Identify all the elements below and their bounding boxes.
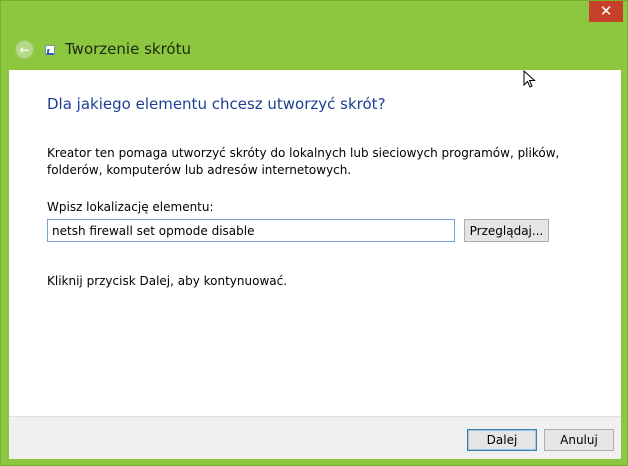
close-button[interactable]: ✕ (589, 1, 623, 22)
wizard-content: Dla jakiego elementu chcesz utworzyć skr… (9, 70, 621, 416)
wizard-header: ← Tworzenie skrótu (9, 31, 621, 69)
back-arrow-icon: ← (19, 42, 30, 57)
location-label: Wpisz lokalizację elementu: (47, 200, 214, 214)
wizard-window: ✕ ← Tworzenie skrótu Dla jakiego element… (0, 0, 628, 466)
mouse-cursor-icon (523, 70, 536, 88)
shortcut-icon (45, 45, 55, 55)
page-heading: Dla jakiego elementu chcesz utworzyć skr… (47, 95, 386, 113)
wizard-title: Tworzenie skrótu (65, 40, 191, 58)
continue-hint: Kliknij przycisk Dalej, aby kontynuować. (47, 274, 288, 288)
back-button[interactable]: ← (15, 40, 34, 59)
close-icon: ✕ (599, 2, 613, 20)
location-input[interactable] (47, 219, 455, 242)
cancel-button[interactable]: Anuluj (544, 429, 614, 451)
next-button[interactable]: Dalej (467, 429, 537, 451)
browse-button[interactable]: Przeglądaj... (464, 219, 549, 242)
wizard-footer: Dalej Anuluj (9, 416, 621, 459)
page-description: Kreator ten pomaga utworzyć skróty do lo… (47, 146, 560, 177)
